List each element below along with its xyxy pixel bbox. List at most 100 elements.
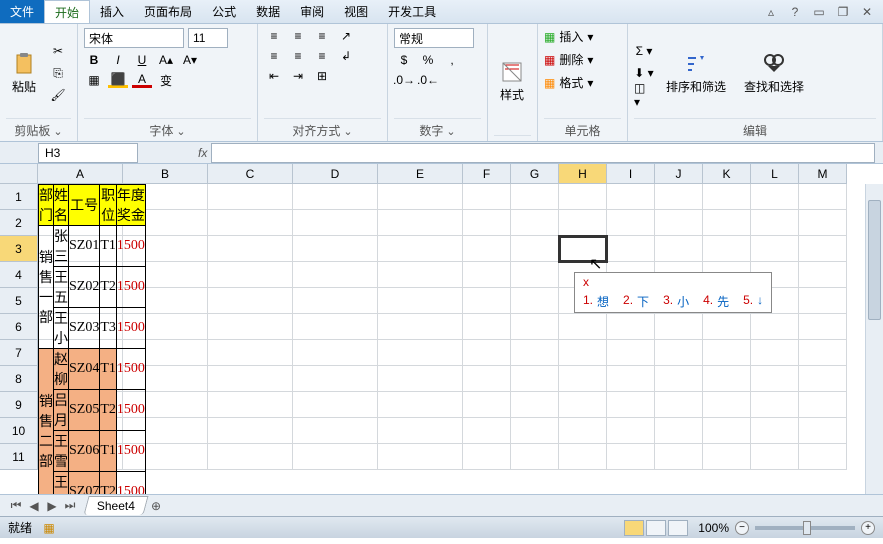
cell[interactable]	[208, 418, 293, 444]
name-box[interactable]: H3	[38, 143, 138, 163]
select-all-corner[interactable]	[0, 164, 38, 184]
cell[interactable]	[655, 392, 703, 418]
insert-cells-button[interactable]: ▦ 插入 ▾	[544, 28, 621, 45]
menu-tab-home[interactable]: 开始	[44, 0, 90, 23]
cell[interactable]	[607, 314, 655, 340]
column-header[interactable]: I	[607, 164, 655, 184]
menu-tab-insert[interactable]: 插入	[90, 0, 134, 23]
cell[interactable]	[511, 210, 559, 236]
row-header[interactable]: 9	[0, 392, 38, 418]
cell[interactable]	[655, 314, 703, 340]
cell[interactable]	[511, 340, 559, 366]
dept-cell[interactable]: 销售二部	[39, 349, 54, 495]
cell[interactable]	[703, 314, 751, 340]
data-cell[interactable]: SZ02	[69, 267, 100, 308]
data-cell[interactable]: 王三	[54, 472, 69, 495]
find-select-button[interactable]: 查找和选择	[738, 50, 810, 97]
data-cell[interactable]: T1	[100, 349, 117, 390]
cell[interactable]	[655, 444, 703, 470]
cell[interactable]	[607, 418, 655, 444]
cell[interactable]	[378, 236, 463, 262]
cell[interactable]	[751, 236, 799, 262]
close-icon[interactable]: ✕	[859, 4, 875, 20]
cell[interactable]	[511, 418, 559, 444]
cell[interactable]	[607, 444, 655, 470]
column-header[interactable]: A	[38, 164, 123, 184]
cell[interactable]	[703, 418, 751, 444]
cell[interactable]	[655, 236, 703, 262]
minimize-ribbon-icon[interactable]: ▵	[763, 4, 779, 20]
vertical-scrollbar[interactable]	[865, 184, 883, 494]
cell[interactable]	[799, 392, 847, 418]
new-sheet-icon[interactable]: ⊕	[148, 498, 164, 514]
cut-icon[interactable]: ✂	[48, 43, 68, 59]
indent-inc-icon[interactable]: ⇥	[288, 68, 308, 84]
cell[interactable]	[511, 262, 559, 288]
cell[interactable]	[378, 210, 463, 236]
data-cell[interactable]: SZ01	[69, 226, 100, 267]
border-icon[interactable]: ▦	[84, 72, 104, 88]
menu-tab-view[interactable]: 视图	[334, 0, 378, 23]
cell[interactable]	[293, 314, 378, 340]
cell[interactable]	[703, 236, 751, 262]
cell[interactable]	[293, 184, 378, 210]
cell[interactable]	[378, 392, 463, 418]
cell[interactable]	[799, 366, 847, 392]
data-cell[interactable]: T2	[100, 390, 117, 431]
cell[interactable]	[751, 392, 799, 418]
copy-icon[interactable]: ⎘	[48, 65, 68, 81]
cell[interactable]	[293, 288, 378, 314]
fx-icon[interactable]: fx	[198, 146, 207, 160]
cell[interactable]	[378, 184, 463, 210]
row-header[interactable]: 3	[0, 236, 38, 262]
font-name-combo[interactable]: 宋体	[84, 28, 184, 48]
align-left-icon[interactable]: ≡	[264, 48, 284, 64]
cell[interactable]	[463, 210, 511, 236]
cell[interactable]	[463, 392, 511, 418]
cell[interactable]	[607, 366, 655, 392]
cell[interactable]	[378, 288, 463, 314]
minimize-icon[interactable]: ▭	[811, 4, 827, 20]
cell[interactable]	[293, 340, 378, 366]
cell[interactable]	[378, 314, 463, 340]
fill-icon[interactable]: ⬇ ▾	[634, 65, 654, 81]
sheet-tab[interactable]: Sheet4	[83, 496, 148, 515]
cell[interactable]	[799, 340, 847, 366]
styles-button[interactable]: 样式	[494, 58, 530, 105]
zoom-in-button[interactable]: +	[861, 521, 875, 535]
data-cell[interactable]: T2	[100, 472, 117, 495]
font-color-icon[interactable]: A	[132, 72, 152, 88]
table-header[interactable]: 部门	[39, 185, 54, 226]
cell[interactable]	[463, 262, 511, 288]
merge-icon[interactable]: ⊞	[312, 68, 332, 84]
bonus-cell[interactable]: 1500	[116, 431, 145, 472]
cell[interactable]	[463, 288, 511, 314]
cell[interactable]	[799, 314, 847, 340]
currency-icon[interactable]: $	[394, 52, 414, 68]
data-cell[interactable]: 王五	[54, 267, 69, 308]
cell[interactable]	[799, 418, 847, 444]
data-cell[interactable]: SZ03	[69, 308, 100, 349]
cell[interactable]	[559, 444, 607, 470]
cell[interactable]	[799, 444, 847, 470]
column-header[interactable]: H	[559, 164, 607, 184]
zoom-slider[interactable]	[755, 526, 855, 530]
cell[interactable]	[463, 184, 511, 210]
format-cells-button[interactable]: ▦ 格式 ▾	[544, 74, 621, 91]
percent-icon[interactable]: %	[418, 52, 438, 68]
row-header[interactable]: 4	[0, 262, 38, 288]
cell[interactable]	[559, 184, 607, 210]
cell[interactable]	[378, 366, 463, 392]
cell[interactable]	[463, 340, 511, 366]
cell[interactable]	[511, 288, 559, 314]
bonus-cell[interactable]: 1500	[116, 226, 145, 267]
cell[interactable]	[293, 236, 378, 262]
row-header[interactable]: 8	[0, 366, 38, 392]
cell[interactable]	[463, 236, 511, 262]
cell[interactable]	[655, 184, 703, 210]
italic-icon[interactable]: I	[108, 52, 128, 68]
cell[interactable]	[655, 340, 703, 366]
bonus-cell[interactable]: 1500	[116, 390, 145, 431]
view-layout-icon[interactable]	[646, 520, 666, 536]
cell[interactable]	[799, 288, 847, 314]
